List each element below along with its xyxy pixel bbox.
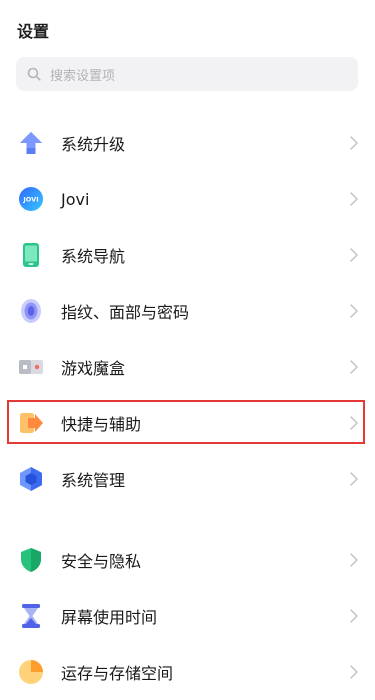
hourglass-icon <box>18 603 44 629</box>
settings-item-label: Jovi <box>61 189 90 209</box>
chevron-right-icon <box>349 303 359 319</box>
game-box-icon <box>18 354 44 380</box>
settings-item-game-box[interactable]: 游戏魔盒 <box>0 339 375 395</box>
jovi-icon-text: JOVI <box>22 196 38 204</box>
settings-item-label: 屏幕使用时间 <box>61 608 158 627</box>
settings-item-jovi[interactable]: JOVI Jovi <box>0 171 375 227</box>
shield-icon <box>18 547 44 573</box>
settings-item-system-upgrade[interactable]: 系统升级 <box>0 115 375 171</box>
system-manage-icon <box>18 466 44 492</box>
search-icon <box>27 67 41 81</box>
settings-item-label: 安全与隐私 <box>61 552 142 571</box>
chevron-right-icon <box>349 359 359 375</box>
storage-pie-icon <box>18 659 44 685</box>
search-bar[interactable]: 搜索设置项 <box>16 57 358 91</box>
chevron-right-icon <box>349 247 359 263</box>
settings-item-system-management[interactable]: 系统管理 <box>0 451 375 507</box>
settings-item-label: 系统管理 <box>61 471 126 490</box>
upgrade-arrow-icon <box>18 130 44 156</box>
chevron-right-icon <box>349 664 359 680</box>
chevron-right-icon <box>349 471 359 487</box>
settings-item-system-navigation[interactable]: 系统导航 <box>0 227 375 283</box>
page-title: 设置 <box>17 22 50 41</box>
highlight-box <box>7 400 365 444</box>
settings-item-fingerprint-face-password[interactable]: 指纹、面部与密码 <box>0 283 375 339</box>
chevron-right-icon <box>349 191 359 207</box>
settings-item-label: 系统升级 <box>61 135 126 154</box>
settings-item-screen-time[interactable]: 屏幕使用时间 <box>0 588 375 644</box>
fingerprint-icon <box>18 298 44 324</box>
settings-item-security-privacy[interactable]: 安全与隐私 <box>0 532 375 588</box>
chevron-right-icon <box>349 135 359 151</box>
chevron-right-icon <box>349 552 359 568</box>
settings-item-label: 指纹、面部与密码 <box>61 303 190 322</box>
settings-item-label: 游戏魔盒 <box>61 359 126 378</box>
settings-item-storage[interactable]: 运存与存储空间 <box>0 644 375 700</box>
settings-item-label: 运存与存储空间 <box>61 664 174 683</box>
phone-nav-icon <box>18 242 44 268</box>
chevron-right-icon <box>349 608 359 624</box>
search-placeholder: 搜索设置项 <box>50 68 116 84</box>
settings-item-label: 系统导航 <box>61 247 126 266</box>
jovi-icon: JOVI <box>18 186 44 212</box>
